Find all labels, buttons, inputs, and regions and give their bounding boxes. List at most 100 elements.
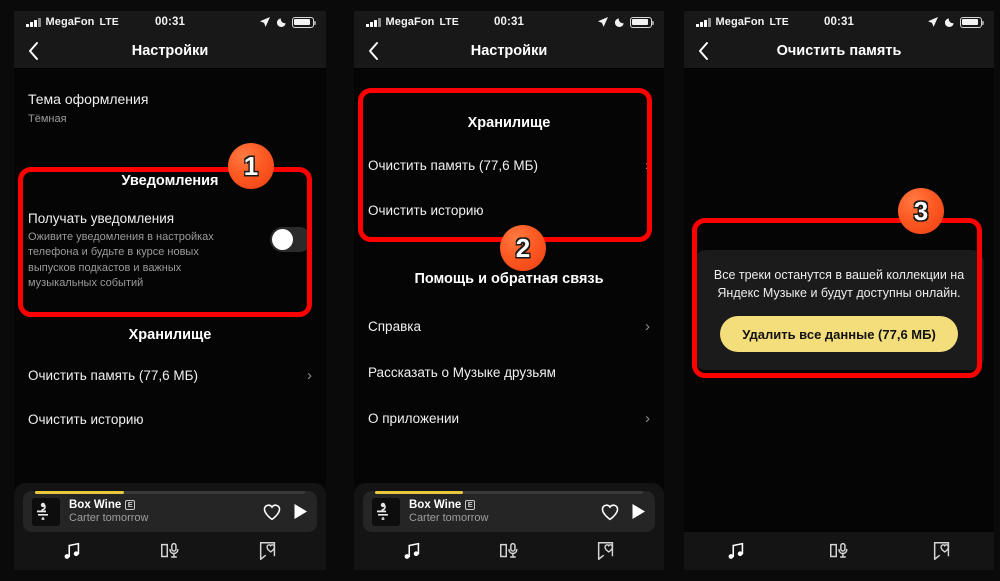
notifications-section-title: Уведомления: [121, 173, 219, 190]
battery-icon: [630, 16, 655, 28]
album-art-glyph: [37, 502, 48, 520]
status-bar: MegaFon LTE 00:31: [14, 11, 326, 33]
tab-music[interactable]: [684, 540, 787, 562]
status-bar-left-2: MegaFon LTE: [366, 16, 459, 28]
playback-progress-bar[interactable]: [375, 491, 643, 494]
status-bar-right-3: [927, 16, 985, 28]
bookmark-heart-icon: [598, 542, 614, 560]
mini-player[interactable]: Box Wine E Carter tomorrow: [363, 491, 655, 532]
clear-history-label: Очистить историю: [28, 411, 144, 427]
status-bar-2: MegaFon LTE 00:31: [354, 11, 664, 33]
nav-bar-2: Настройки: [354, 33, 664, 69]
chevron-left-icon: [369, 41, 378, 60]
page-title: Настройки: [131, 42, 209, 59]
album-art: [32, 497, 60, 526]
album-art-glyph: [377, 502, 388, 520]
status-bar-left: MegaFon LTE: [26, 16, 119, 28]
delete-all-data-button[interactable]: Удалить все данные (77,6 МБ): [720, 316, 958, 353]
notifications-row-label: Получать уведомления: [28, 211, 175, 227]
player-actions: [262, 503, 308, 521]
clear-memory-label: Очистить память (77,6 МБ): [28, 367, 199, 383]
chevron-left-icon: [699, 41, 708, 60]
back-button[interactable]: [14, 41, 52, 61]
back-button[interactable]: [354, 41, 392, 61]
theme-section[interactable]: Тема оформления Тёмная: [14, 69, 326, 127]
explicit-icon: E: [465, 500, 476, 511]
tab-music[interactable]: [363, 540, 460, 562]
screen-3: MegaFon LTE 00:31 Очистить память Все тр…: [684, 11, 994, 570]
book-mic-icon: [500, 542, 518, 558]
track-title: Box Wine: [69, 498, 122, 511]
album-art: [372, 497, 400, 526]
track-artist: Carter tomorrow: [409, 511, 489, 524]
screen-1: MegaFon LTE 00:31 Настройки Тема оформле…: [14, 11, 326, 570]
chevron-right-icon: ›: [645, 157, 650, 174]
clear-memory-row[interactable]: Очистить память (77,6 МБ) ›: [14, 367, 326, 384]
track-title-row: Box Wine E: [69, 499, 253, 512]
clear-history-row[interactable]: Очистить историю: [354, 203, 664, 218]
tab-library[interactable]: [891, 540, 994, 562]
heart-icon[interactable]: [262, 503, 282, 521]
signal-bars-icon: [696, 17, 711, 27]
notifications-section: Уведомления Получать уведомления Оживите…: [14, 173, 326, 291]
notifications-toggle[interactable]: [270, 227, 312, 253]
track-title: Box Wine: [409, 498, 462, 511]
confirm-dialog: Все треки останутся в вашей коллекции на…: [694, 250, 984, 371]
network-label: LTE: [439, 16, 459, 28]
moon-icon: [944, 17, 954, 27]
settings-body-2: Хранилище Очистить память (77,6 МБ) › Оч…: [354, 69, 664, 570]
track-meta: Box Wine E Carter tomorrow: [409, 499, 591, 525]
tab-library[interactable]: [219, 540, 317, 562]
chevron-right-icon: ›: [645, 410, 650, 427]
play-icon[interactable]: [293, 503, 308, 520]
clear-memory-row[interactable]: Очистить память (77,6 МБ) ›: [354, 157, 664, 174]
bookmark-heart-icon: [934, 542, 950, 560]
nav-bar-1: Настройки: [14, 33, 326, 69]
chevron-right-icon: ›: [645, 318, 650, 335]
about-label: О приложении: [368, 411, 460, 426]
back-button[interactable]: [684, 41, 722, 61]
help-row[interactable]: Справка ›: [354, 318, 664, 335]
notifications-row[interactable]: Получать уведомления Оживите уведомления…: [14, 189, 326, 291]
signal-bars-icon: [366, 17, 381, 27]
nav-bar-3: Очистить память: [684, 33, 994, 69]
play-icon[interactable]: [631, 503, 646, 520]
tab-podcasts[interactable]: [460, 540, 557, 562]
status-bar-3: MegaFon LTE 00:31: [684, 11, 994, 33]
clear-history-row[interactable]: Очистить историю: [14, 412, 326, 427]
screenshot-stage: MegaFon LTE 00:31 Настройки Тема оформле…: [0, 0, 1000, 581]
location-arrow-icon: [598, 17, 608, 27]
notifications-row-description: Оживите уведомления в настройках телефон…: [28, 231, 214, 289]
music-note-icon: [64, 542, 80, 559]
step-badge-3: 3: [898, 188, 944, 234]
status-bar-right: [259, 16, 317, 28]
player-dock-1: Box Wine E Carter tomorrow: [14, 483, 326, 570]
share-row[interactable]: Рассказать о Музыке друзьям: [354, 365, 664, 380]
tab-music[interactable]: [23, 540, 121, 562]
tab-bar-1: [23, 532, 317, 570]
location-arrow-icon: [928, 17, 938, 27]
phone-panel-2: MegaFon LTE 00:31 Настройки Хранилище Оч…: [340, 0, 670, 581]
theme-value: Тёмная: [28, 113, 67, 125]
player-actions: [600, 503, 646, 521]
music-note-icon: [728, 542, 743, 559]
tab-bar-3: [684, 532, 994, 570]
heart-icon[interactable]: [600, 503, 620, 521]
battery-icon: [960, 16, 985, 28]
theme-label: Тема оформления: [28, 91, 149, 107]
step-badge-1: 1: [228, 143, 274, 189]
tab-podcasts[interactable]: [787, 540, 890, 562]
mini-player[interactable]: Box Wine E Carter tomorrow: [23, 491, 317, 532]
tab-library[interactable]: [558, 540, 655, 562]
phone-panel-3: MegaFon LTE 00:31 Очистить память Все тр…: [670, 0, 1000, 581]
about-row[interactable]: О приложении ›: [354, 410, 664, 427]
help-section-title: Помощь и обратная связь: [414, 271, 604, 287]
dialog-message: Все треки останутся в вашей коллекции на…: [713, 268, 965, 301]
music-note-icon: [404, 542, 419, 559]
page-title: Очистить память: [776, 42, 902, 59]
storage-section-1: Хранилище Очистить память (77,6 МБ) › Оч…: [14, 327, 326, 427]
playback-progress-bar[interactable]: [35, 491, 305, 494]
signal-bars-icon: [26, 17, 41, 27]
screen-2: MegaFon LTE 00:31 Настройки Хранилище Оч…: [354, 11, 664, 570]
tab-podcasts[interactable]: [121, 540, 219, 562]
